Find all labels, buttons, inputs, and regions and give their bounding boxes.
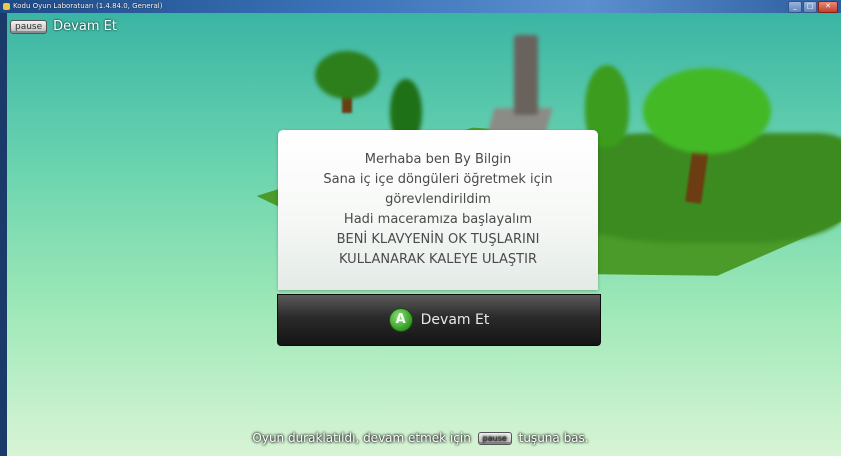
app-icon — [3, 3, 10, 10]
tree — [315, 51, 379, 99]
close-button[interactable]: ✕ — [818, 1, 838, 13]
minimize-button[interactable]: _ — [788, 1, 802, 13]
dialog-line: Hadi maceramıza başlayalım — [343, 212, 533, 227]
paused-text-end: tuşuna bas. — [518, 431, 589, 445]
window-title: Kodu Oyun Laboratuarı (1.4.84.0, General… — [13, 2, 163, 10]
continue-button[interactable]: A Devam Et — [277, 294, 601, 346]
resume-label: Devam Et — [53, 19, 117, 34]
dialog-line: KULLANARAK KALEYE ULAŞTIR — [339, 252, 537, 267]
window-controls: _ □ ✕ — [788, 1, 838, 13]
pause-key-icon: pause — [10, 19, 48, 34]
dialog-line: görevlendirildim — [385, 192, 491, 207]
pause-key-icon: pause — [477, 432, 512, 445]
dialog-line: Sana iç içe döngüleri öğretmek için — [323, 172, 553, 187]
maximize-button[interactable]: □ — [803, 1, 817, 13]
paused-status: Oyun duraklatıldı, devam etmek için paus… — [0, 431, 841, 445]
tree — [643, 68, 771, 154]
window-titlebar[interactable]: Kodu Oyun Laboratuarı (1.4.84.0, General… — [0, 0, 841, 13]
paused-text: Oyun duraklatıldı, devam etmek için — [252, 431, 471, 445]
dialog-line: BENİ KLAVYENİN OK TUŞLARINI — [336, 232, 540, 247]
dialog-message: Merhaba ben By Bilgin Sana iç içe döngül… — [278, 150, 598, 270]
continue-label: Devam Et — [420, 312, 490, 328]
dialog-line: Merhaba ben By Bilgin — [364, 152, 512, 167]
a-button-icon: A — [388, 308, 413, 332]
castle-tower — [514, 35, 538, 115]
pause-hint: pause Devam Et — [10, 19, 117, 34]
message-dialog: Merhaba ben By Bilgin Sana iç içe döngül… — [278, 130, 598, 290]
